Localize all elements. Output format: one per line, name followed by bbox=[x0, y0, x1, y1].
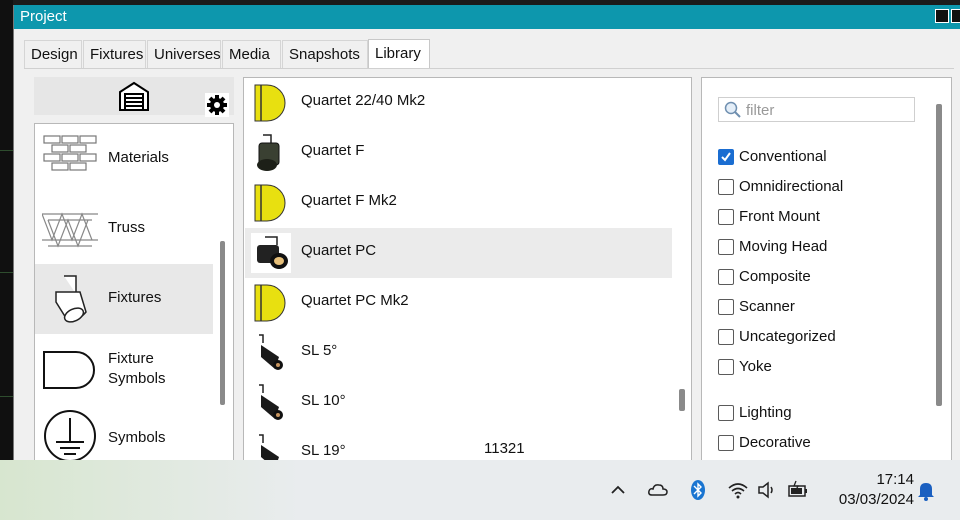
category-scrollbar[interactable] bbox=[220, 241, 225, 405]
yellow-symbol-icon bbox=[254, 184, 286, 222]
fixture-icon bbox=[55, 275, 87, 323]
filter-label: Decorative bbox=[739, 434, 811, 451]
category-label: Fixture Symbols bbox=[108, 350, 166, 387]
window-title: Project bbox=[20, 8, 67, 25]
taskbar: 17:14 03/03/2024 bbox=[0, 460, 960, 520]
close-icon[interactable] bbox=[951, 9, 960, 23]
fixture-name: SL 5° bbox=[301, 342, 338, 359]
float-icon[interactable] bbox=[935, 9, 949, 23]
fixture-name: Quartet F Mk2 bbox=[301, 192, 397, 209]
checkbox[interactable] bbox=[718, 359, 734, 375]
bluetooth-icon[interactable] bbox=[686, 478, 710, 502]
filter-label: Yoke bbox=[739, 358, 772, 375]
checkbox[interactable] bbox=[718, 149, 734, 165]
cloud-icon[interactable] bbox=[646, 478, 670, 502]
fixture-item[interactable]: Quartet 22/40 Mk2 bbox=[245, 78, 672, 128]
checkbox[interactable] bbox=[718, 269, 734, 285]
clock-time: 17:14 bbox=[876, 471, 914, 488]
checkbox[interactable] bbox=[718, 179, 734, 195]
brick-wall-icon bbox=[43, 135, 97, 171]
profile-photo-icon bbox=[259, 334, 283, 370]
filter-label: Moving Head bbox=[739, 238, 828, 255]
fixture-list-scrollbar[interactable] bbox=[679, 389, 685, 411]
filter-label: Composite bbox=[739, 268, 811, 285]
search-icon bbox=[724, 101, 741, 118]
fixture-item[interactable]: Quartet F Mk2 bbox=[245, 178, 672, 228]
category-list: Materials Truss Fixtures Fixture Symbols… bbox=[34, 123, 234, 465]
filter-label: Lighting bbox=[739, 404, 792, 421]
filter-label: Omnidirectional bbox=[739, 178, 844, 195]
category-materials[interactable]: Materials bbox=[35, 124, 213, 194]
category-symbols[interactable]: Symbols bbox=[35, 404, 213, 464]
fixture-name: Quartet F bbox=[301, 142, 365, 159]
check-icon bbox=[721, 152, 731, 162]
yellow-symbol-icon bbox=[254, 84, 286, 122]
tab-design[interactable]: Design bbox=[24, 40, 82, 68]
fixture-item[interactable]: Quartet F bbox=[245, 128, 672, 178]
filter-label: Uncategorized bbox=[739, 328, 836, 345]
tab-fixtures[interactable]: Fixtures bbox=[83, 40, 146, 68]
fixture-name: Quartet PC bbox=[301, 242, 377, 259]
filter-label: Conventional bbox=[739, 148, 827, 165]
chevron-up-icon[interactable] bbox=[606, 478, 630, 502]
clock-date: 03/03/2024 bbox=[838, 491, 914, 508]
fixture-item[interactable]: Quartet PC Mk2 bbox=[245, 278, 672, 328]
filter-input[interactable]: filter bbox=[718, 97, 915, 122]
profile-photo-icon bbox=[259, 384, 283, 420]
fixture-item[interactable]: SL 5° bbox=[245, 328, 672, 378]
truss-icon bbox=[42, 212, 98, 248]
fixture-name: SL 10° bbox=[301, 392, 346, 409]
fixture-list: Quartet 22/40 Mk2 Quartet F Quartet F Mk… bbox=[243, 77, 692, 465]
category-truss[interactable]: Truss bbox=[35, 194, 213, 264]
checkbox[interactable] bbox=[718, 239, 734, 255]
ground-symbol-icon bbox=[44, 410, 96, 462]
category-label: Symbols bbox=[108, 429, 166, 446]
battery-icon[interactable] bbox=[786, 478, 810, 502]
library-header bbox=[34, 77, 234, 117]
gear-icon[interactable] bbox=[205, 93, 229, 117]
yellow-symbol-icon bbox=[254, 284, 286, 322]
tab-library[interactable]: Library bbox=[368, 39, 430, 69]
fixture-item[interactable]: Quartet PC bbox=[245, 228, 672, 278]
category-label: Fixtures bbox=[108, 289, 162, 306]
volume-icon[interactable] bbox=[755, 478, 779, 502]
filter-panel: filter Conventional Omnidirectional Fron… bbox=[701, 77, 952, 465]
tab-universes[interactable]: Universes bbox=[147, 40, 221, 68]
project-window: Project Design Fixtures Universes Media … bbox=[13, 5, 960, 465]
wifi-icon[interactable] bbox=[726, 478, 750, 502]
checkbox[interactable] bbox=[718, 435, 734, 451]
title-bar: Project bbox=[14, 5, 960, 29]
fixture-symbol-icon bbox=[43, 351, 95, 389]
overlay-number: 11321 bbox=[484, 440, 525, 457]
checkbox[interactable] bbox=[718, 329, 734, 345]
fixture-name: SL 19° bbox=[301, 442, 346, 459]
tab-snapshots[interactable]: Snapshots bbox=[282, 40, 368, 68]
notification-bell-icon[interactable] bbox=[914, 478, 938, 502]
category-fixtures[interactable]: Fixtures bbox=[35, 264, 213, 334]
category-label: Materials bbox=[108, 149, 169, 166]
background-app-strip bbox=[0, 0, 13, 460]
warehouse-icon[interactable] bbox=[118, 80, 150, 112]
filter-scrollbar[interactable] bbox=[936, 104, 942, 406]
filter-label: Front Mount bbox=[739, 208, 820, 225]
fresnel-photo-icon bbox=[257, 134, 280, 171]
tab-media[interactable]: Media bbox=[222, 40, 281, 68]
filter-placeholder: filter bbox=[746, 102, 775, 119]
system-clock[interactable]: 17:14 03/03/2024 bbox=[820, 470, 914, 510]
fixture-item[interactable]: SL 10° bbox=[245, 378, 672, 428]
category-fixture-symbols[interactable]: Fixture Symbols bbox=[35, 334, 213, 404]
checkbox[interactable] bbox=[718, 209, 734, 225]
fixture-name: Quartet 22/40 Mk2 bbox=[301, 92, 426, 109]
pc-photo-icon bbox=[251, 233, 291, 273]
filter-label: Scanner bbox=[739, 298, 795, 315]
checkbox[interactable] bbox=[718, 405, 734, 421]
fixture-name: Quartet PC Mk2 bbox=[301, 292, 409, 309]
checkbox[interactable] bbox=[718, 299, 734, 315]
category-label: Truss bbox=[108, 219, 145, 236]
